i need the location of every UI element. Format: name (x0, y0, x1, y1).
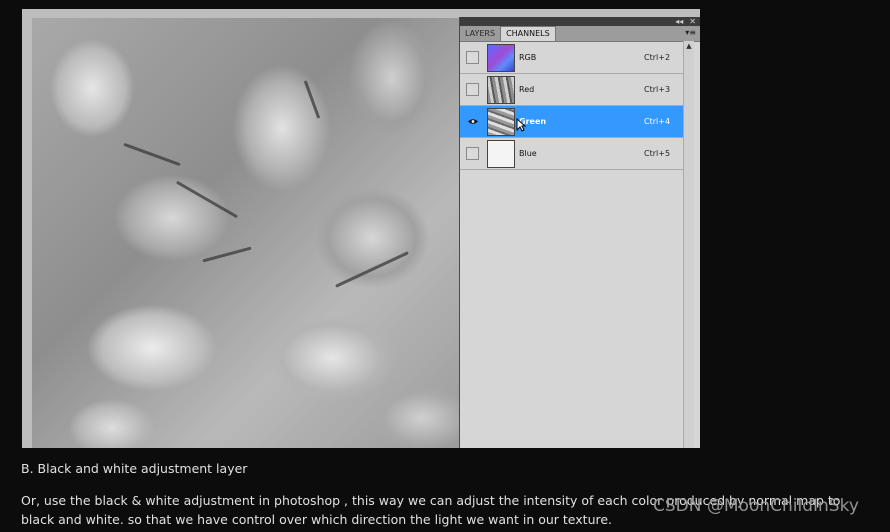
visibility-toggle[interactable] (466, 51, 479, 64)
channel-list: RGB Ctrl+2 Red Ctrl+3 Green Ctrl+4 Blue … (460, 42, 700, 170)
visibility-toggle[interactable] (466, 115, 479, 128)
channel-name: Green (519, 117, 547, 126)
panel-tabs: LAYERS CHANNELS ▾≡ (460, 26, 700, 42)
tab-layers[interactable]: LAYERS (460, 27, 500, 41)
channel-shortcut: Ctrl+4 (644, 117, 671, 126)
eye-icon (467, 119, 478, 124)
channels-panel: ◂◂ ✕ LAYERS CHANNELS ▾≡ RGB Ctrl+2 Red C… (459, 17, 700, 448)
channel-shortcut: Ctrl+3 (644, 85, 671, 94)
channel-shortcut: Ctrl+2 (644, 53, 671, 62)
scroll-up-icon[interactable]: ▲ (684, 41, 694, 51)
texture-crack (175, 180, 239, 219)
document-canvas[interactable] (32, 18, 459, 448)
texture-crack (303, 80, 321, 119)
panel-titlebar: ◂◂ ✕ (460, 17, 700, 26)
visibility-toggle[interactable] (466, 83, 479, 96)
collapse-icon[interactable]: ◂◂ (675, 17, 683, 26)
texture-crack (123, 142, 181, 167)
channel-shortcut: Ctrl+5 (644, 149, 671, 158)
watermark: CSDN @MoonChildInSky (653, 496, 859, 516)
section-heading: B. Black and white adjustment layer (21, 461, 248, 476)
texture-crack (202, 246, 252, 263)
panel-menu-icon[interactable]: ▾≡ (685, 28, 696, 37)
tab-channels[interactable]: CHANNELS (500, 26, 556, 41)
channel-name: Blue (519, 149, 537, 158)
channel-thumbnail (487, 107, 515, 136)
channel-thumbnail (487, 75, 515, 104)
close-icon[interactable]: ✕ (689, 17, 696, 26)
channel-thumbnail (487, 139, 515, 168)
channel-row-rgb[interactable]: RGB Ctrl+2 (460, 42, 684, 74)
channel-row-green[interactable]: Green Ctrl+4 (460, 106, 684, 138)
mouse-cursor-icon (516, 118, 526, 132)
panel-scrollbar[interactable]: ▲ (683, 41, 694, 448)
texture-crack (335, 251, 409, 288)
channel-row-red[interactable]: Red Ctrl+3 (460, 74, 684, 106)
channel-thumbnail (487, 43, 515, 72)
channel-name: RGB (519, 53, 537, 62)
channel-name: Red (519, 85, 535, 94)
channel-row-blue[interactable]: Blue Ctrl+5 (460, 138, 684, 170)
visibility-toggle[interactable] (466, 147, 479, 160)
